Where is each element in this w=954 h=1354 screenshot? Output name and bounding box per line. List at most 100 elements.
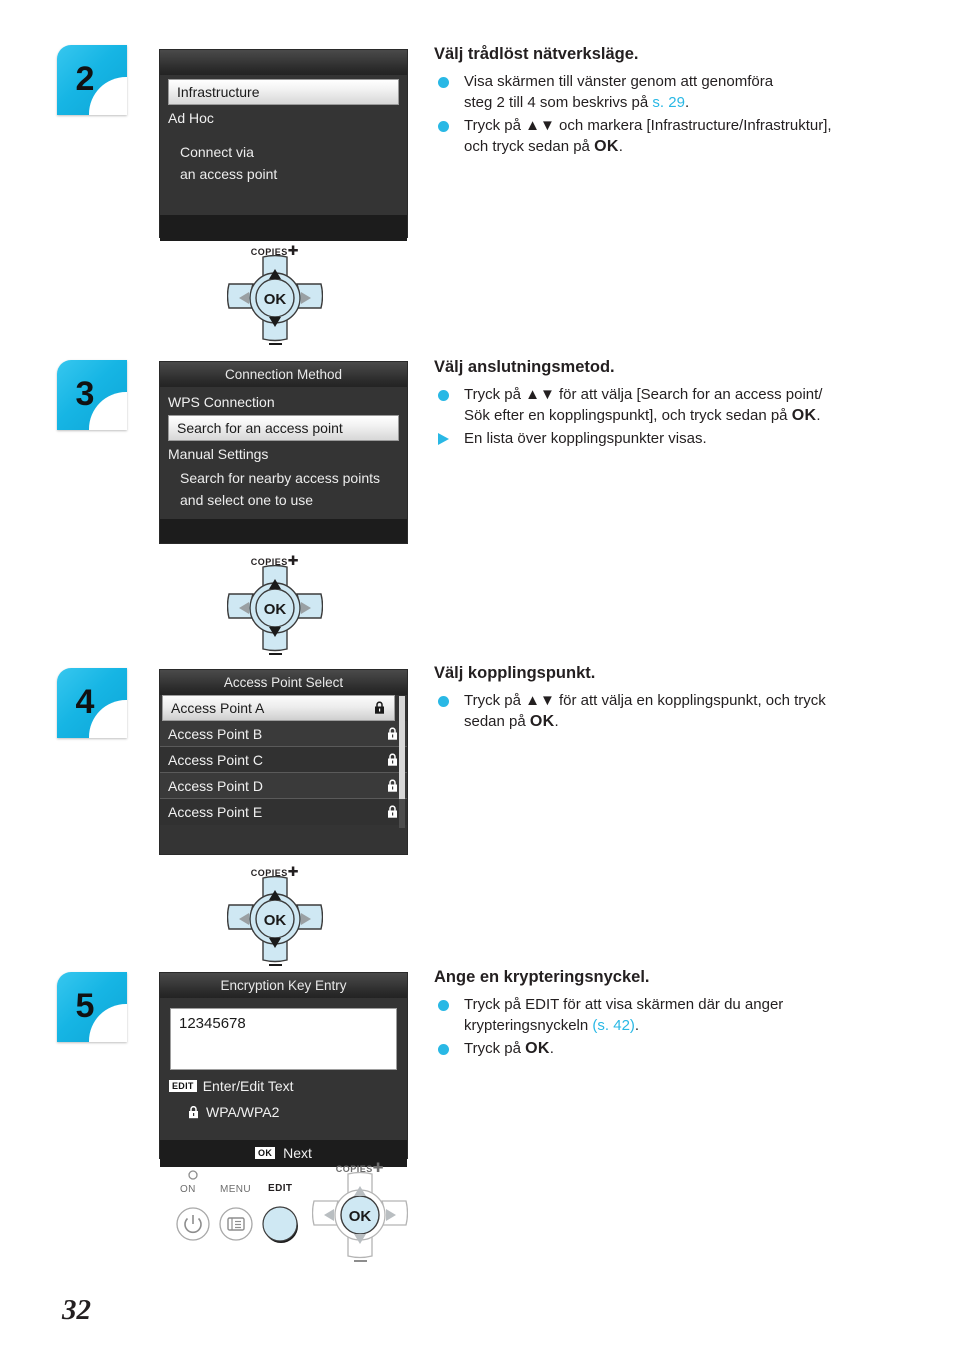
edit-button[interactable] bbox=[262, 1206, 298, 1242]
bullet-line: och tryck sedan på bbox=[464, 138, 595, 155]
edit-label: EDIT bbox=[268, 1183, 293, 1194]
step-bullets: Visa skärmen till vänster genom att geno… bbox=[434, 71, 934, 157]
power-lamp-icon bbox=[188, 1170, 198, 1180]
dpad-illustration: COPIES✚ OK bbox=[227, 864, 323, 966]
menu-item-wps-connection[interactable]: WPS Connection bbox=[160, 389, 407, 415]
step-4-text: Välj kopplingspunkt. Tryck på ▲▼ för att… bbox=[434, 664, 934, 734]
lcd-body: 12345678 EDIT Enter/Edit Text WPA/WPA2 bbox=[160, 1008, 407, 1140]
edit-hint: EDIT Enter/Edit Text bbox=[169, 1078, 407, 1094]
lcd-body: WPS Connection Search for an access poin… bbox=[160, 387, 407, 519]
menu-item-search-access-point[interactable]: Search for an access point bbox=[168, 415, 399, 441]
access-point-row[interactable]: Access Point C bbox=[160, 747, 407, 773]
security-type: WPA/WPA2 bbox=[188, 1104, 407, 1120]
bullet-line: En lista över kopplingspunkter visas. bbox=[464, 430, 707, 447]
lcd-screen-connection-method: Connection Method WPS Connection Search … bbox=[160, 362, 407, 543]
bullet-tail: . bbox=[816, 407, 821, 424]
svg-text:OK: OK bbox=[264, 912, 287, 929]
bullet-tail: . bbox=[618, 138, 623, 155]
step-3-text: Välj anslutningsmetod. Tryck på ▲▼ för a… bbox=[434, 358, 934, 451]
step-badge-3: 3 bbox=[57, 360, 127, 430]
bullet-tail: . bbox=[684, 94, 690, 111]
lcd-title: Encryption Key Entry bbox=[160, 973, 407, 998]
lcd-screen-network-mode: Infrastructure Ad Hoc Connect via an acc… bbox=[160, 50, 407, 241]
scrollbar-thumb[interactable] bbox=[399, 696, 405, 799]
bullet-item: En lista över kopplingspunkter visas. bbox=[434, 428, 934, 449]
menu-item-label: Manual Settings bbox=[168, 446, 269, 462]
lcd-title: Access Point Select bbox=[160, 670, 407, 695]
access-point-name: Access Point E bbox=[168, 804, 263, 820]
menu-item-manual-settings[interactable]: Manual Settings bbox=[160, 441, 407, 467]
access-point-row[interactable]: Access Point D bbox=[160, 773, 407, 799]
ok-key-label: OK bbox=[594, 138, 619, 155]
access-point-name: Access Point D bbox=[168, 778, 263, 794]
dpad-illustration: COPIES✚ OK bbox=[312, 1160, 408, 1262]
step-badge-4: 4 bbox=[57, 668, 127, 738]
edit-key-tag: EDIT bbox=[169, 1080, 197, 1092]
menu-label: MENU bbox=[220, 1184, 252, 1195]
step-number: 2 bbox=[75, 59, 95, 98]
step-heading: Välj kopplingspunkt. bbox=[434, 664, 596, 682]
bullet-item: Tryck på ▲▼ och markera [Infrastructure/… bbox=[434, 115, 934, 157]
bullet-line: Tryck på bbox=[464, 1040, 526, 1057]
security-type-label: WPA/WPA2 bbox=[206, 1104, 280, 1120]
edit-hint-label: Enter/Edit Text bbox=[202, 1078, 294, 1094]
lock-icon bbox=[375, 701, 384, 714]
step-bullets: Tryck på EDIT för att visa skärmen där d… bbox=[434, 994, 934, 1059]
bullet-line: krypteringsnyckeln bbox=[464, 1017, 593, 1034]
description-line-2: an access point bbox=[180, 166, 278, 182]
access-point-row[interactable]: Access Point E bbox=[160, 799, 407, 825]
step-number: 3 bbox=[75, 374, 95, 413]
access-point-name: Access Point A bbox=[171, 700, 265, 716]
access-point-name: Access Point C bbox=[168, 752, 263, 768]
bullet-line: Tryck på ▲▼ och markera [Infrastructure/… bbox=[464, 117, 832, 134]
step-bullets: Tryck på ▲▼ för att välja en kopplingspu… bbox=[434, 690, 934, 732]
bullet-item: Tryck på OK. bbox=[434, 1038, 934, 1059]
step-badge-2: 2 bbox=[57, 45, 127, 115]
bullet-item: Tryck på ▲▼ för att välja en kopplingspu… bbox=[434, 690, 934, 732]
lcd-footer bbox=[160, 829, 407, 854]
lcd-screen-access-point-select: Access Point Select Access Point A Acces… bbox=[160, 670, 407, 854]
lock-icon bbox=[388, 727, 397, 740]
menu-item-adhoc[interactable]: Ad Hoc bbox=[160, 105, 407, 131]
step-badge-5: 5 bbox=[57, 972, 127, 1042]
access-point-row[interactable]: Access Point A bbox=[162, 695, 395, 721]
lock-icon bbox=[388, 805, 397, 818]
bullet-dot-icon bbox=[438, 390, 449, 401]
menu-item-label: WPS Connection bbox=[168, 394, 275, 410]
bullet-dot-icon bbox=[438, 121, 449, 132]
step-2-text: Välj trådlöst nätverksläge. Visa skärmen… bbox=[434, 45, 934, 159]
description-line-1: Search for nearby access points bbox=[180, 470, 380, 486]
list-scrollbar[interactable] bbox=[399, 696, 405, 828]
lock-icon bbox=[388, 779, 397, 792]
encryption-key-input[interactable]: 12345678 bbox=[170, 1008, 397, 1070]
access-point-row[interactable]: Access Point B bbox=[160, 721, 407, 747]
page-reference-link[interactable]: (s. 42) bbox=[592, 1017, 635, 1034]
lock-icon bbox=[189, 1105, 198, 1118]
step-heading: Välj trådlöst nätverksläge. bbox=[434, 45, 639, 63]
bullet-tail: . bbox=[549, 1040, 554, 1057]
encryption-key-value: 12345678 bbox=[179, 1015, 246, 1032]
dpad-illustration: COPIES✚ OK bbox=[227, 553, 323, 655]
bullet-item: Tryck på ▲▼ för att välja [Search for an… bbox=[434, 384, 934, 426]
manual-page: 2 Infrastructure Ad Hoc Connect via an a… bbox=[0, 0, 954, 1354]
menu-item-label: Ad Hoc bbox=[168, 110, 214, 126]
svg-text:OK: OK bbox=[264, 601, 287, 618]
menu-item-infrastructure[interactable]: Infrastructure bbox=[168, 79, 399, 105]
bullet-line: steg 2 till 4 som beskrivs på bbox=[464, 94, 653, 111]
bullet-line: Tryck på ▲▼ för att välja en kopplingspu… bbox=[464, 692, 826, 709]
bullet-line: Visa skärmen till vänster genom att geno… bbox=[464, 73, 774, 90]
bullet-line: Tryck på EDIT för att visa skärmen där d… bbox=[464, 996, 784, 1013]
bullet-item: Tryck på EDIT för att visa skärmen där d… bbox=[434, 994, 934, 1036]
step-heading: Ange en krypteringsnyckel. bbox=[434, 968, 650, 986]
on-label: ON bbox=[180, 1184, 196, 1195]
access-point-list: Access Point A Access Point B Access Poi… bbox=[160, 695, 407, 829]
bullet-dot-icon bbox=[438, 696, 449, 707]
bullet-triangle-icon bbox=[438, 433, 449, 445]
bullet-item: Visa skärmen till vänster genom att geno… bbox=[434, 71, 934, 113]
ok-key-label: OK bbox=[791, 407, 817, 424]
lcd-body: Infrastructure Ad Hoc Connect via an acc… bbox=[160, 75, 407, 215]
page-number: 32 bbox=[62, 1294, 91, 1326]
bullet-line: Tryck på ▲▼ för att välja [Search for an… bbox=[464, 386, 823, 403]
page-reference-link[interactable]: s. 29 bbox=[652, 94, 685, 111]
